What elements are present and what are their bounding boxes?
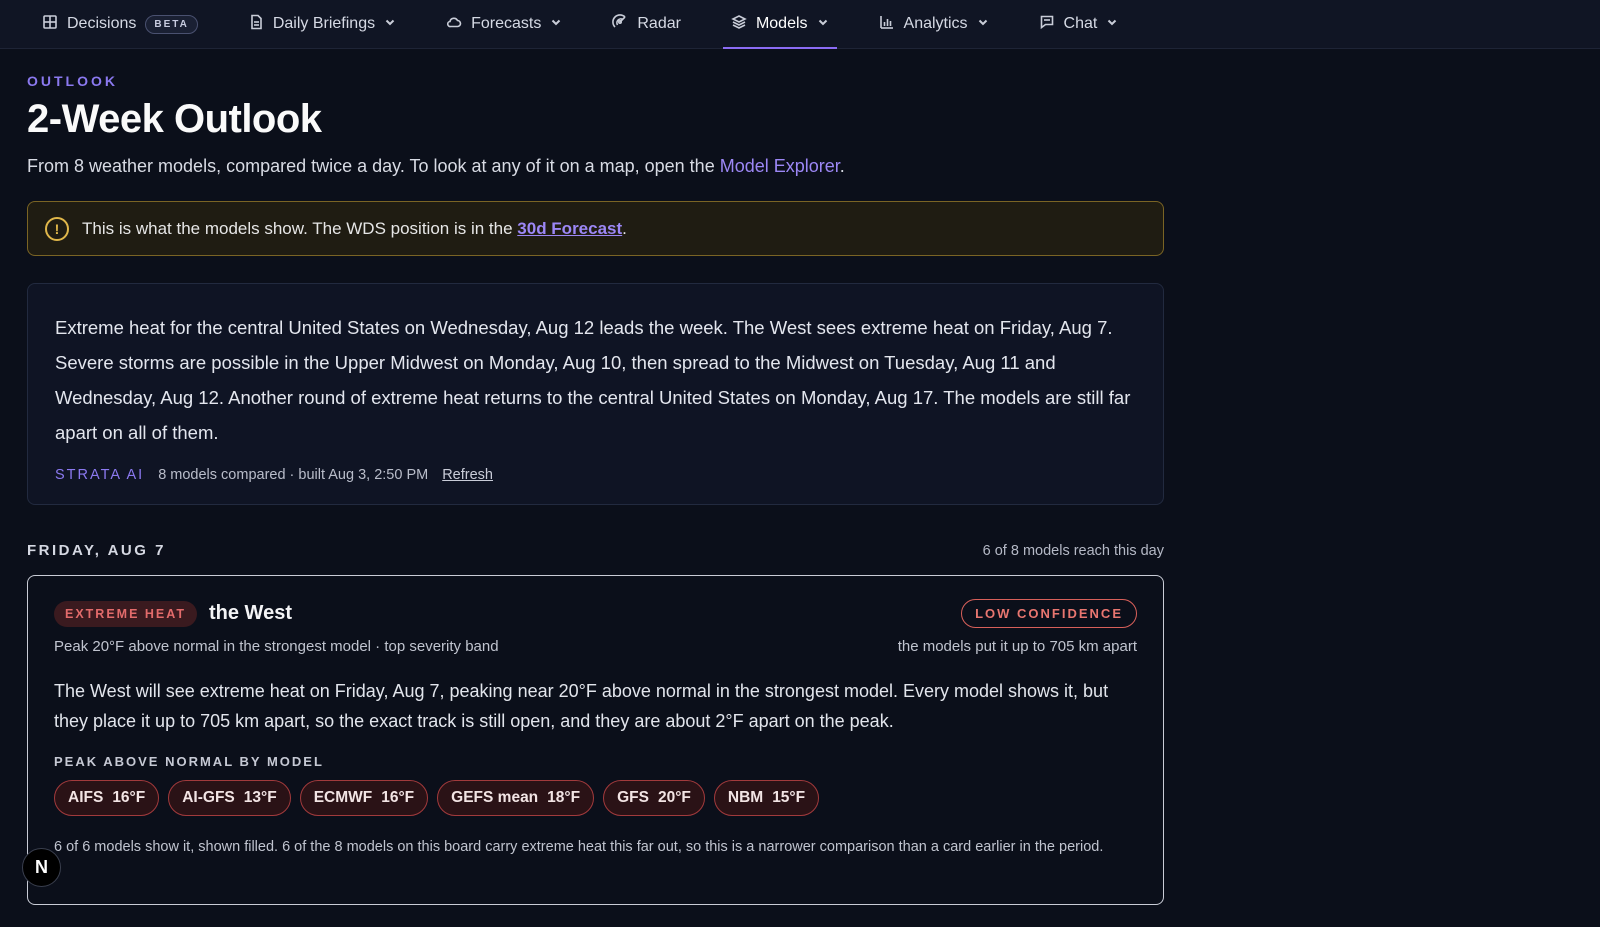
chevron-down-icon bbox=[977, 15, 989, 33]
chevron-down-icon bbox=[550, 15, 562, 33]
grid-icon bbox=[42, 14, 58, 35]
nav-radar-label: Radar bbox=[637, 15, 681, 32]
warning-icon: ! bbox=[45, 216, 69, 241]
radar-icon bbox=[612, 13, 628, 35]
model-chip-value: 13°F bbox=[243, 789, 277, 806]
nav-decisions-label: Decisions bbox=[67, 15, 137, 32]
nav-analytics[interactable]: Analytics bbox=[877, 0, 991, 48]
model-chip[interactable]: NBM 15°F bbox=[713, 780, 820, 816]
event-peak: Peak 20°F above normal in the strongest … bbox=[54, 638, 499, 655]
model-chip-value: 16°F bbox=[381, 789, 415, 806]
chevron-down-icon bbox=[1106, 15, 1118, 33]
event-spread: the models put it up to 705 km apart bbox=[897, 638, 1137, 655]
model-chip-name: GFS bbox=[617, 789, 649, 806]
event-subline: Peak 20°F above normal in the strongest … bbox=[54, 638, 1137, 655]
summary-meta-text: 8 models compared · built Aug 3, 2:50 PM bbox=[158, 467, 429, 483]
intro-end: . bbox=[839, 156, 845, 176]
model-chip-name: NBM bbox=[727, 789, 764, 806]
beta-badge: BETA bbox=[145, 14, 198, 34]
model-chip-name: GEFS mean bbox=[451, 789, 539, 806]
main-content: OUTLOOK 2-Week Outlook From 8 weather mo… bbox=[0, 73, 1190, 905]
notice-banner: ! This is what the models show. The WDS … bbox=[27, 201, 1164, 256]
nav-decisions[interactable]: Decisions BETA bbox=[40, 0, 200, 48]
chat-icon bbox=[1039, 14, 1055, 35]
bar-chart-icon bbox=[879, 14, 895, 35]
event-card[interactable]: EXTREME HEAT the West LOW CONFIDENCE Pea… bbox=[27, 575, 1164, 905]
page-intro: From 8 weather models, compared twice a … bbox=[27, 156, 1163, 177]
day-reach: 6 of 8 models reach this day bbox=[982, 542, 1164, 559]
model-chip-value: 20°F bbox=[657, 789, 691, 806]
day-header: FRIDAY, AUG 7 6 of 8 models reach this d… bbox=[27, 542, 1164, 559]
nav-models-label: Models bbox=[755, 15, 808, 32]
document-icon bbox=[248, 14, 264, 35]
confidence-badge: LOW CONFIDENCE bbox=[961, 599, 1137, 628]
page-title: 2-Week Outlook bbox=[27, 97, 322, 141]
nav-daily-briefings[interactable]: Daily Briefings bbox=[246, 0, 398, 48]
chevron-down-icon bbox=[384, 15, 396, 33]
notice-text-wrap: This is what the models show. The WDS po… bbox=[82, 219, 627, 239]
nav-daily-briefings-label: Daily Briefings bbox=[272, 15, 376, 32]
nav-radar[interactable]: Radar bbox=[610, 0, 683, 48]
event-title-group: EXTREME HEAT the West bbox=[54, 600, 292, 627]
notice-end: . bbox=[622, 218, 627, 238]
event-note: 6 of 6 models show it, shown filled. 6 o… bbox=[54, 839, 1104, 855]
model-chip-name: AI-GFS bbox=[182, 789, 235, 806]
summary-card: Extreme heat for the central United Stat… bbox=[27, 283, 1164, 505]
nav-models[interactable]: Models bbox=[722, 0, 837, 49]
nav-chat[interactable]: Chat bbox=[1037, 0, 1121, 48]
next-logo-button[interactable]: N bbox=[22, 848, 61, 887]
event-region: the West bbox=[209, 602, 292, 624]
model-chip[interactable]: GEFS mean 18°F bbox=[437, 780, 595, 816]
summary-text: Extreme heat for the central United Stat… bbox=[55, 317, 1131, 443]
chevron-down-icon bbox=[817, 15, 829, 33]
nav-forecasts-label: Forecasts bbox=[471, 15, 542, 32]
summary-meta: STRATA AI 8 models compared · built Aug … bbox=[55, 467, 1137, 483]
forecast-30d-link[interactable]: 30d Forecast bbox=[517, 219, 622, 238]
nav-chat-label: Chat bbox=[1063, 15, 1098, 32]
by-model-label: PEAK ABOVE NORMAL BY MODEL bbox=[54, 754, 324, 769]
model-chip-value: 18°F bbox=[547, 789, 581, 806]
model-chip-name: AIFS bbox=[68, 789, 104, 806]
model-explorer-link[interactable]: Model Explorer bbox=[720, 156, 840, 176]
refresh-link[interactable]: Refresh bbox=[442, 467, 493, 483]
model-chip[interactable]: AI-GFS 13°F bbox=[168, 780, 291, 816]
model-chip[interactable]: GFS 20°F bbox=[603, 780, 705, 816]
model-chip-value: 15°F bbox=[772, 789, 806, 806]
model-chip[interactable]: ECMWF 16°F bbox=[299, 780, 429, 816]
model-chip-name: ECMWF bbox=[313, 789, 373, 806]
layers-icon bbox=[731, 14, 747, 35]
intro-text: From 8 weather models, compared twice a … bbox=[27, 156, 720, 176]
extreme-heat-tag: EXTREME HEAT bbox=[54, 600, 197, 627]
strata-ai-label: STRATA AI bbox=[55, 467, 145, 483]
page-eyebrow: OUTLOOK bbox=[27, 73, 118, 89]
cloud-icon bbox=[446, 14, 462, 35]
day-label: FRIDAY, AUG 7 bbox=[27, 542, 166, 559]
model-chip-value: 16°F bbox=[112, 789, 146, 806]
event-card-header: EXTREME HEAT the West LOW CONFIDENCE bbox=[54, 599, 1137, 628]
event-description: The West will see extreme heat on Friday… bbox=[54, 681, 1109, 731]
model-chip[interactable]: AIFS 16°F bbox=[54, 780, 160, 816]
model-chips: AIFS 16°F AI-GFS 13°F ECMWF 16°F GEFS mean 1… bbox=[54, 780, 1137, 816]
nav-analytics-label: Analytics bbox=[903, 15, 968, 32]
nav-forecasts[interactable]: Forecasts bbox=[444, 0, 564, 48]
top-nav: Decisions BETA Daily Briefings Forecasts… bbox=[0, 0, 1600, 49]
notice-text: This is what the models show. The WDS po… bbox=[82, 218, 518, 238]
